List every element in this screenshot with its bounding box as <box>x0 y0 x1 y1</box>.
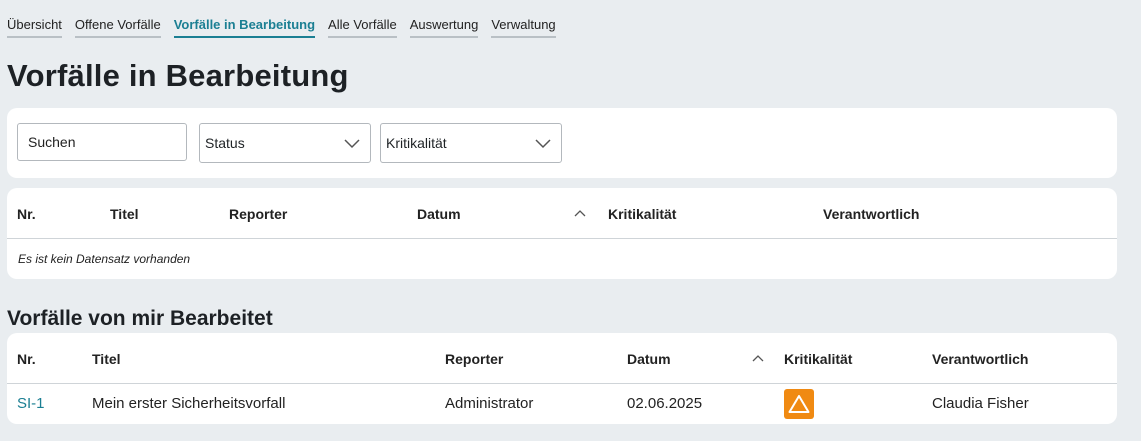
kritikalitaet-badge <box>784 389 814 419</box>
status-select[interactable]: Status <box>199 123 371 163</box>
kritikalitaet-select[interactable]: Kritikalität <box>380 123 562 163</box>
column-header-datum[interactable]: Datum <box>417 188 461 238</box>
incident-owner: Claudia Fisher <box>932 395 1029 412</box>
header-divider <box>7 383 1117 384</box>
filter-panel: Status Kritikalität <box>7 108 1117 178</box>
sort-ascending-icon[interactable] <box>752 354 764 362</box>
incident-id-link[interactable]: SI-1 <box>17 395 45 412</box>
tab-uebersicht[interactable]: Übersicht <box>7 17 62 38</box>
chevron-down-icon <box>344 139 360 149</box>
header-divider <box>7 238 1117 239</box>
column-header-nr[interactable]: Nr. <box>17 188 36 238</box>
column-header-titel[interactable]: Titel <box>110 188 139 238</box>
nav-tabs: Übersicht Offene Vorfälle Vorfälle in Be… <box>7 17 556 38</box>
empty-state-text: Es ist kein Datensatz vorhanden <box>18 252 191 266</box>
warning-triangle-icon <box>788 395 810 413</box>
incident-date: 02.06.2025 <box>627 395 703 412</box>
search-input[interactable] <box>17 123 187 161</box>
page-title: Vorfälle in Bearbeitung <box>7 58 349 93</box>
column-header-nr[interactable]: Nr. <box>17 333 36 383</box>
tab-vorfaelle-in-bearbeitung[interactable]: Vorfälle in Bearbeitung <box>173 17 316 38</box>
column-header-kritikalitaet[interactable]: Kritikalität <box>608 188 676 238</box>
kritikalitaet-select-label: Kritikalität <box>386 135 447 151</box>
section-title: Vorfälle von mir Bearbeitet <box>7 307 273 330</box>
sort-ascending-icon[interactable] <box>574 209 586 217</box>
column-header-reporter[interactable]: Reporter <box>229 188 287 238</box>
column-header-verantwortlich[interactable]: Verantwortlich <box>823 188 919 238</box>
column-header-verantwortlich[interactable]: Verantwortlich <box>932 333 1028 383</box>
tab-alle-vorfaelle[interactable]: Alle Vorfälle <box>328 17 397 38</box>
tab-offene-vorfaelle[interactable]: Offene Vorfälle <box>74 17 161 38</box>
tab-verwaltung[interactable]: Verwaltung <box>491 17 556 38</box>
column-header-reporter[interactable]: Reporter <box>445 333 503 383</box>
column-header-kritikalitaet[interactable]: Kritikalität <box>784 333 852 383</box>
chevron-down-icon <box>535 139 551 149</box>
column-header-titel[interactable]: Titel <box>92 333 121 383</box>
my-incidents-table: Nr. Titel Reporter Datum Kritikalität Ve… <box>7 333 1117 424</box>
incidents-in-progress-table: Nr. Titel Reporter Datum Kritikalität Ve… <box>7 188 1117 279</box>
tab-auswertung[interactable]: Auswertung <box>409 17 479 38</box>
column-header-datum[interactable]: Datum <box>627 333 671 383</box>
status-select-label: Status <box>205 135 245 151</box>
incident-title: Mein erster Sicherheitsvorfall <box>92 395 286 412</box>
incident-reporter: Administrator <box>445 395 534 412</box>
